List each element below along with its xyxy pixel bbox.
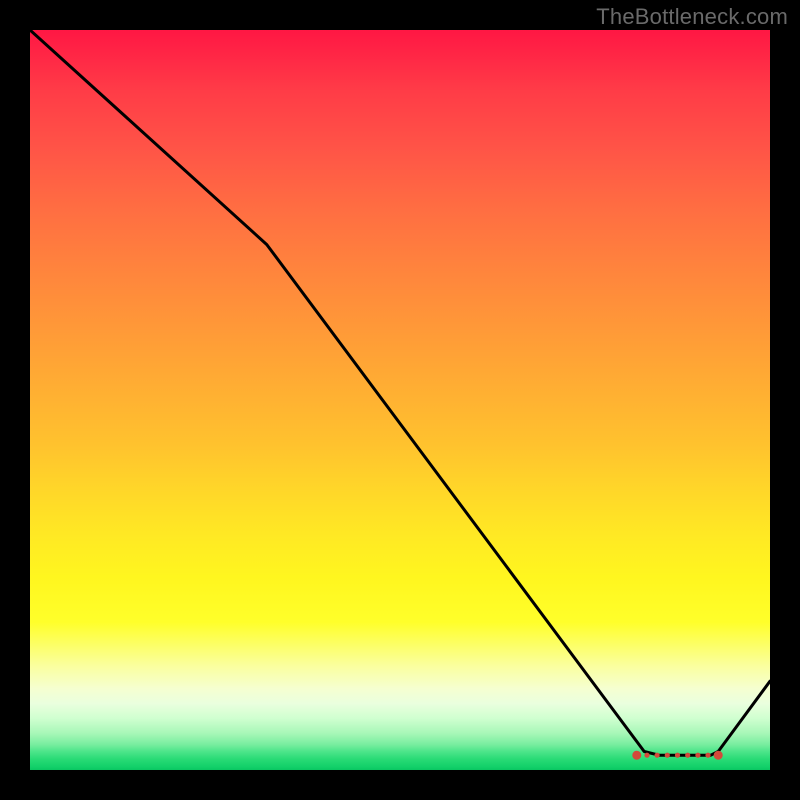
viewport: TheBottleneck.com bbox=[0, 0, 800, 800]
minimum-marker bbox=[632, 751, 641, 760]
minimum-marker bbox=[685, 753, 690, 758]
minimum-marker bbox=[665, 753, 670, 758]
chart-overlay bbox=[30, 30, 770, 770]
minimum-marker bbox=[705, 753, 710, 758]
plot-area bbox=[30, 30, 770, 770]
minimum-marker bbox=[675, 753, 680, 758]
minimum-marker bbox=[655, 753, 660, 758]
minimum-marker bbox=[714, 751, 723, 760]
minimum-marker bbox=[644, 753, 649, 758]
bottleneck-curve bbox=[30, 30, 770, 755]
attribution-label: TheBottleneck.com bbox=[596, 4, 788, 30]
minimum-marker bbox=[695, 753, 700, 758]
